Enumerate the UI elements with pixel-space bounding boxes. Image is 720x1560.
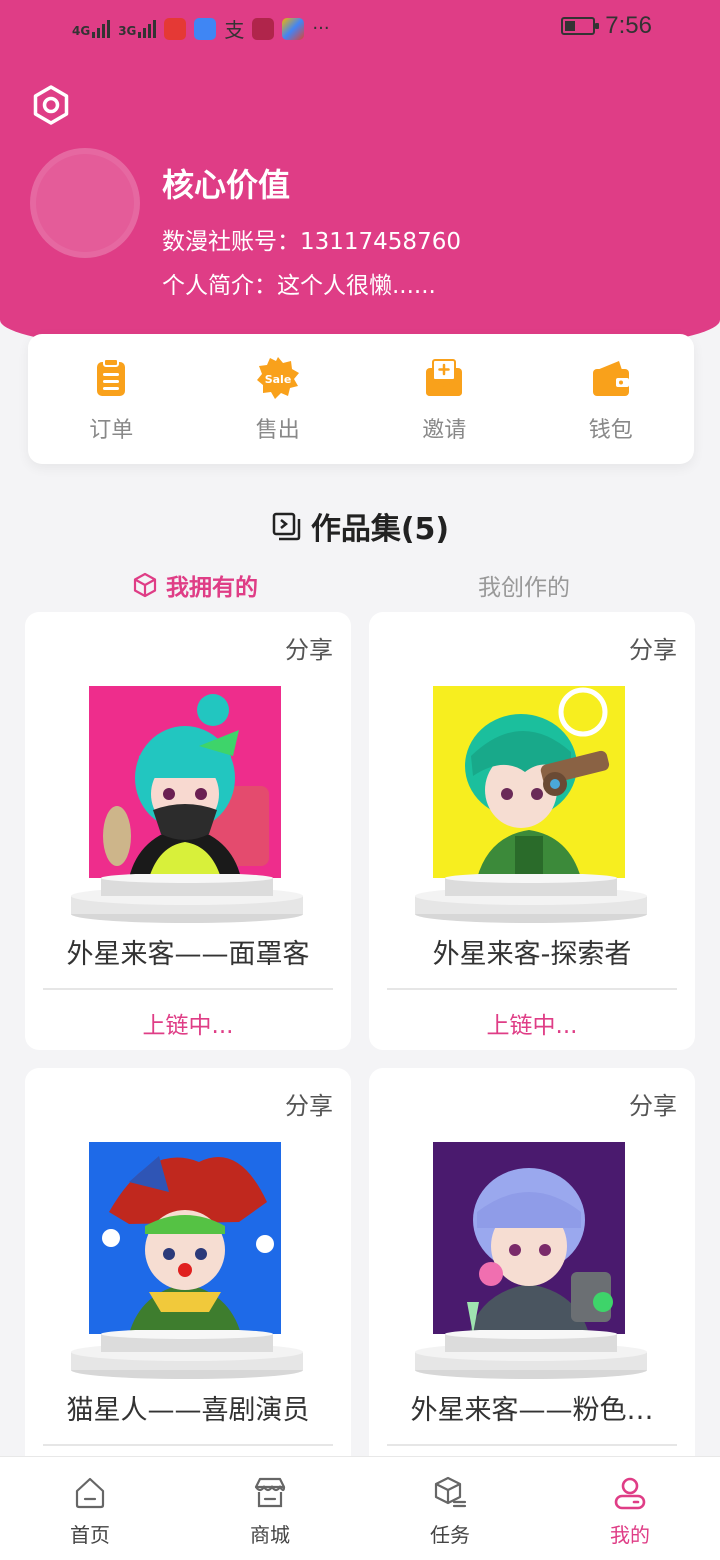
artwork-title: 外星来客-探索者	[432, 939, 632, 970]
artwork-title: 猫星人——喜剧演员	[66, 1395, 310, 1426]
store-icon	[254, 1477, 286, 1508]
tab-owned[interactable]: 我拥有的	[132, 568, 258, 602]
wallet-icon	[592, 361, 629, 396]
tab-tasks-label: 任务	[430, 1523, 470, 1547]
tab-home-label: 首页	[70, 1523, 110, 1547]
tab-created[interactable]: 我创作的	[478, 568, 570, 602]
pedestal-graphic	[415, 1330, 647, 1379]
artwork-image	[433, 686, 625, 878]
orders-label: 订单	[89, 418, 134, 443]
mail-app-icon	[252, 17, 275, 40]
artwork-card[interactable]: 分享 猫星人——喜剧演员	[25, 1068, 351, 1506]
status-bar: 4G 3G 支 ··· 7:56	[0, 0, 720, 56]
divider	[43, 988, 333, 990]
clipboard-icon	[97, 358, 126, 396]
divider	[387, 1444, 677, 1446]
tab-store-label: 商城	[250, 1523, 290, 1547]
gallery-icon	[272, 512, 301, 541]
artwork-image	[89, 1142, 281, 1334]
home-icon	[75, 1477, 105, 1509]
sale-badge-text: Sale	[264, 373, 291, 386]
cube-icon	[133, 572, 157, 598]
status-left: 4G 3G 支 ···	[72, 14, 330, 43]
sold-label: 售出	[255, 418, 300, 443]
tab-owned-label: 我拥有的	[166, 575, 258, 601]
sale-badge-icon: Sale	[256, 357, 299, 399]
share-button[interactable]: 分享	[285, 630, 333, 665]
artwork-card[interactable]: 分享 外星来客-探索者 上链中...	[369, 612, 695, 1050]
task-box-icon	[434, 1476, 467, 1508]
invite-envelope-icon	[426, 359, 463, 396]
profile-icon	[614, 1477, 646, 1510]
battery-icon	[561, 17, 600, 35]
share-button[interactable]: 分享	[285, 1086, 333, 1121]
divider	[387, 988, 677, 990]
sold-button[interactable]: Sale 售出	[195, 334, 362, 464]
profile-name: 核心价值	[162, 166, 291, 204]
artwork-image	[433, 1142, 625, 1334]
collection-heading: 作品集(5)	[0, 504, 720, 548]
artwork-title: 外星来客——面罩客	[66, 939, 310, 970]
artwork-title: 外星来客——粉色…	[410, 1395, 654, 1426]
music-app-icon	[194, 17, 217, 40]
avatar[interactable]	[30, 148, 140, 258]
clock: 7:56	[605, 12, 652, 39]
collection-tabs: 我拥有的 我创作的	[0, 568, 720, 604]
share-button[interactable]: 分享	[629, 630, 677, 665]
orders-button[interactable]: 订单	[28, 334, 195, 464]
tab-store[interactable]: 商城	[180, 1457, 360, 1560]
status-right: 7:56	[561, 12, 652, 40]
artwork-image	[89, 686, 281, 878]
app-icon	[282, 17, 305, 40]
invite-label: 邀请	[422, 418, 467, 443]
app-notification-icon	[164, 17, 187, 40]
more-notifications-icon: ···	[312, 18, 330, 39]
wallet-label: 钱包	[588, 418, 633, 443]
quick-actions-panel: 订单 Sale 售出 邀请 钱包	[28, 334, 694, 464]
profile-bio: 个人简介：这个人很懒......	[162, 273, 436, 299]
chain-status: 上链中...	[486, 1013, 578, 1039]
divider	[43, 1444, 333, 1446]
pedestal-graphic	[415, 874, 647, 923]
settings-gear-icon[interactable]	[30, 84, 72, 126]
invite-button[interactable]: 邀请	[361, 334, 528, 464]
chain-status: 上链中...	[142, 1013, 234, 1039]
collection-title: 作品集(5)	[310, 512, 450, 547]
alipay-icon: 支	[224, 18, 245, 42]
account-number: 数漫社账号：13117458760	[162, 229, 461, 255]
tab-profile-label: 我的	[610, 1523, 650, 1547]
tab-profile[interactable]: 我的	[540, 1457, 720, 1560]
tab-home[interactable]: 首页	[0, 1457, 180, 1560]
artwork-card[interactable]: 分享 外星来客——粉色…	[369, 1068, 695, 1506]
share-button[interactable]: 分享	[629, 1086, 677, 1121]
artwork-card[interactable]: 分享 外星来客——面罩客 上链中...	[25, 612, 351, 1050]
pedestal-graphic	[71, 874, 303, 923]
wallet-button[interactable]: 钱包	[528, 334, 695, 464]
tab-created-label: 我创作的	[478, 575, 570, 601]
signal-1-icon: 4G	[72, 19, 111, 38]
bottom-tab-bar: 首页 商城 任务 我的	[0, 1456, 720, 1560]
pedestal-graphic	[71, 1330, 303, 1379]
signal-2-icon: 3G	[118, 19, 157, 38]
tab-tasks[interactable]: 任务	[360, 1457, 540, 1560]
